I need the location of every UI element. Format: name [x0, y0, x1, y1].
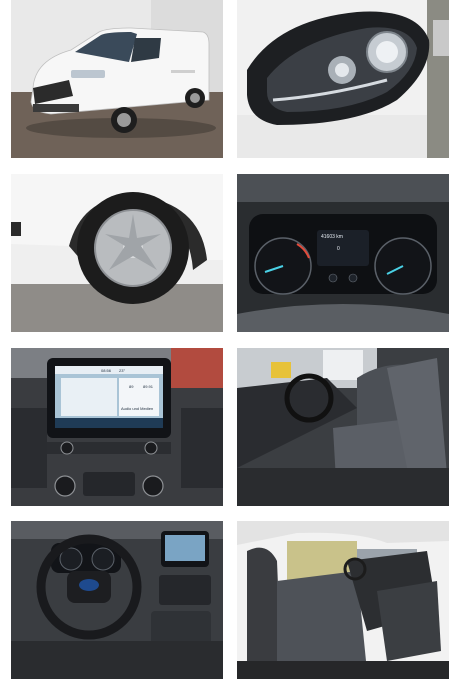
- odometer-text: 41603 km: [321, 234, 343, 240]
- photo-wheel[interactable]: [11, 174, 223, 332]
- photo-gallery: 41603 km 0 08:56 23° 89 89.91 Audio und …: [0, 0, 455, 679]
- van-photo: [11, 0, 223, 158]
- steering-photo: [11, 521, 223, 679]
- wheel-photo: [11, 174, 223, 332]
- screen-time-text: 08:56: [101, 368, 112, 373]
- photo-cab-interior[interactable]: [237, 521, 449, 679]
- screen-bottom-text: Audio und Medien: [121, 406, 153, 411]
- interior-photo: [237, 521, 449, 679]
- screen-text-1: 89: [129, 384, 134, 389]
- screen-temp-text: 23°: [119, 368, 125, 373]
- cluster-digit-text: 0: [337, 246, 340, 252]
- photo-dashboard-steering[interactable]: [11, 521, 223, 679]
- photo-exterior-front[interactable]: [11, 0, 223, 158]
- seat-photo: [237, 348, 449, 506]
- screen-photo: 08:56 23° 89 89.91 Audio und Medien: [11, 348, 223, 506]
- photo-cab-seats[interactable]: [237, 348, 449, 506]
- headlight-photo: [237, 0, 449, 158]
- screen-text-2: 89.91: [143, 384, 154, 389]
- photo-instrument-cluster[interactable]: 41603 km 0: [237, 174, 449, 332]
- photo-infotainment[interactable]: 08:56 23° 89 89.91 Audio und Medien: [11, 348, 223, 506]
- photo-headlight[interactable]: [237, 0, 449, 158]
- gauge-photo: 41603 km 0: [237, 174, 449, 332]
